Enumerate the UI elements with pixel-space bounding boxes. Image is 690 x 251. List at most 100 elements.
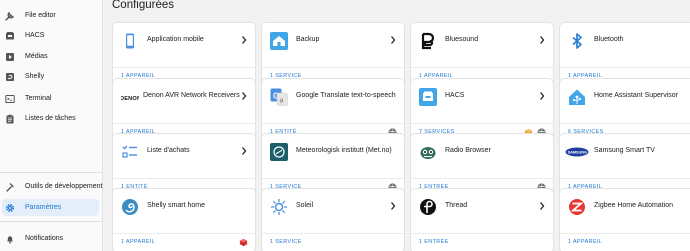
sidebar-item-label: Paramètres <box>25 204 62 211</box>
integration-name: Bluetooth <box>594 36 624 43</box>
integration-name: Samsung Smart TV <box>594 147 655 154</box>
hacs-icon <box>419 88 437 106</box>
card-divider <box>411 123 553 124</box>
sidebar-item-media[interactable]: Médias <box>2 48 99 65</box>
bluetooth-icon <box>568 32 586 50</box>
hacs-icon <box>5 31 15 41</box>
sidebar-item-file-editor[interactable]: File editor <box>2 7 99 24</box>
sidebar-item-terminal[interactable]: Terminal <box>2 90 99 107</box>
samsung-logo: SAMSUNG <box>565 143 589 161</box>
integration-name: Shelly smart home <box>147 202 205 209</box>
svg-text:DENON: DENON <box>121 96 139 102</box>
denon-logo: DENON <box>121 88 139 106</box>
card-divider <box>262 178 404 179</box>
sidebar-divider <box>0 221 102 222</box>
sidebar-item-shelly[interactable]: Shelly <box>2 68 99 85</box>
sidebar-item-label: Outils de développement <box>25 183 103 190</box>
sidebar-item-label: Shelly <box>25 73 45 80</box>
met-no-icon <box>270 143 288 161</box>
custom-integration-icon <box>238 237 248 247</box>
sidebar-item-label: Notifications <box>25 235 64 242</box>
sidebar-item-label: Médias <box>25 53 48 60</box>
card-divider <box>113 67 255 68</box>
card-divider <box>560 178 690 179</box>
integration-name: Radio Browser <box>445 147 491 154</box>
card-divider <box>560 123 690 124</box>
sidebar-item-hacs[interactable]: HACS <box>2 27 99 44</box>
shelly-icon <box>121 198 139 216</box>
integration-card-sun[interactable]: Soleil 1 SERVICE <box>261 188 405 251</box>
integration-name: Google Translate text-to-speech <box>296 92 396 99</box>
bluesound-icon <box>419 32 437 50</box>
integration-name: Bluesound <box>445 36 479 43</box>
chevron-right-icon <box>242 147 247 155</box>
svg-text:SAMSUNG: SAMSUNG <box>568 151 587 155</box>
integration-name: Home Assistant Supervisor <box>594 92 679 99</box>
sidebar-item-label: HACS <box>25 32 45 39</box>
page-title: Configurées <box>112 0 175 11</box>
bell-icon <box>5 234 15 244</box>
integration-name: HACS <box>445 92 465 99</box>
sidebar-divider <box>0 172 102 173</box>
gear-icon <box>5 203 15 213</box>
integration-card-zha[interactable]: Zigbee Home Automation 1 APPAREIL <box>559 188 690 251</box>
home-assistant-icon <box>568 88 586 106</box>
integration-card-shelly[interactable]: Shelly smart home 1 APPAREIL <box>112 188 256 251</box>
integration-name: Meteorologisk institutt (Met.no) <box>296 147 392 154</box>
card-divider <box>411 233 553 234</box>
integration-name: Denon AVR Network Receivers <box>143 92 240 99</box>
sidebar-item-developer-tools[interactable]: Outils de développement <box>2 178 103 195</box>
card-divider <box>113 233 255 234</box>
integrations-panel: Configurées Application mobile 1 APPAREI… <box>103 0 690 251</box>
card-divider <box>411 67 553 68</box>
sidebar: File editor HACS Médias Shelly Terminal … <box>0 0 103 251</box>
integration-card-thread[interactable]: Thread 1 ENTRÉE <box>410 188 554 251</box>
card-divider <box>113 123 255 124</box>
clipboard-list-icon <box>5 114 15 124</box>
sidebar-item-notifications[interactable]: Notifications <box>2 230 99 247</box>
sidebar-item-label: Listes de tâches <box>25 115 76 122</box>
integration-link[interactable]: 1 APPAREIL <box>121 239 155 245</box>
integration-name: Backup <box>296 36 320 43</box>
radio-browser-icon <box>419 143 437 161</box>
sun-icon <box>270 198 288 216</box>
integration-name: Zigbee Home Automation <box>594 202 673 209</box>
sidebar-item-todo-lists[interactable]: Listes de tâches <box>2 110 99 127</box>
shelly-icon <box>5 72 15 82</box>
integration-link[interactable]: 1 SERVICE <box>270 239 302 245</box>
card-divider <box>560 67 690 68</box>
integration-link[interactable]: 1 APPAREIL <box>568 239 602 245</box>
svg-text:a: a <box>280 98 284 105</box>
chevron-right-icon <box>540 202 545 210</box>
chevron-right-icon <box>242 36 247 44</box>
zigbee-icon <box>568 198 586 216</box>
backup-icon <box>270 32 288 50</box>
google-translate-icon: Ga <box>270 88 288 106</box>
integration-name: Thread <box>445 202 468 209</box>
card-divider <box>262 67 404 68</box>
wrench-icon <box>5 11 15 21</box>
sidebar-item-settings[interactable]: Paramètres <box>2 199 99 216</box>
hammer-icon <box>5 182 15 192</box>
terminal-icon <box>5 94 15 104</box>
chevron-right-icon <box>391 36 396 44</box>
chevron-right-icon <box>242 92 247 100</box>
integration-name: Liste d'achats <box>147 147 190 154</box>
media-icon <box>5 52 15 62</box>
chevron-right-icon <box>540 36 545 44</box>
integration-link[interactable]: 1 ENTRÉE <box>419 239 449 245</box>
card-divider <box>262 123 404 124</box>
thread-icon <box>419 198 437 216</box>
integration-name: Application mobile <box>147 36 204 43</box>
shopping-list-icon <box>121 143 139 161</box>
card-divider <box>113 178 255 179</box>
card-divider <box>262 233 404 234</box>
phone-icon <box>121 32 139 50</box>
card-divider <box>560 233 690 234</box>
chevron-right-icon <box>540 92 545 100</box>
chevron-right-icon <box>391 202 396 210</box>
sidebar-item-label: File editor <box>25 12 56 19</box>
sidebar-item-label: Terminal <box>25 95 52 102</box>
card-divider <box>411 178 553 179</box>
integration-name: Soleil <box>296 202 314 209</box>
